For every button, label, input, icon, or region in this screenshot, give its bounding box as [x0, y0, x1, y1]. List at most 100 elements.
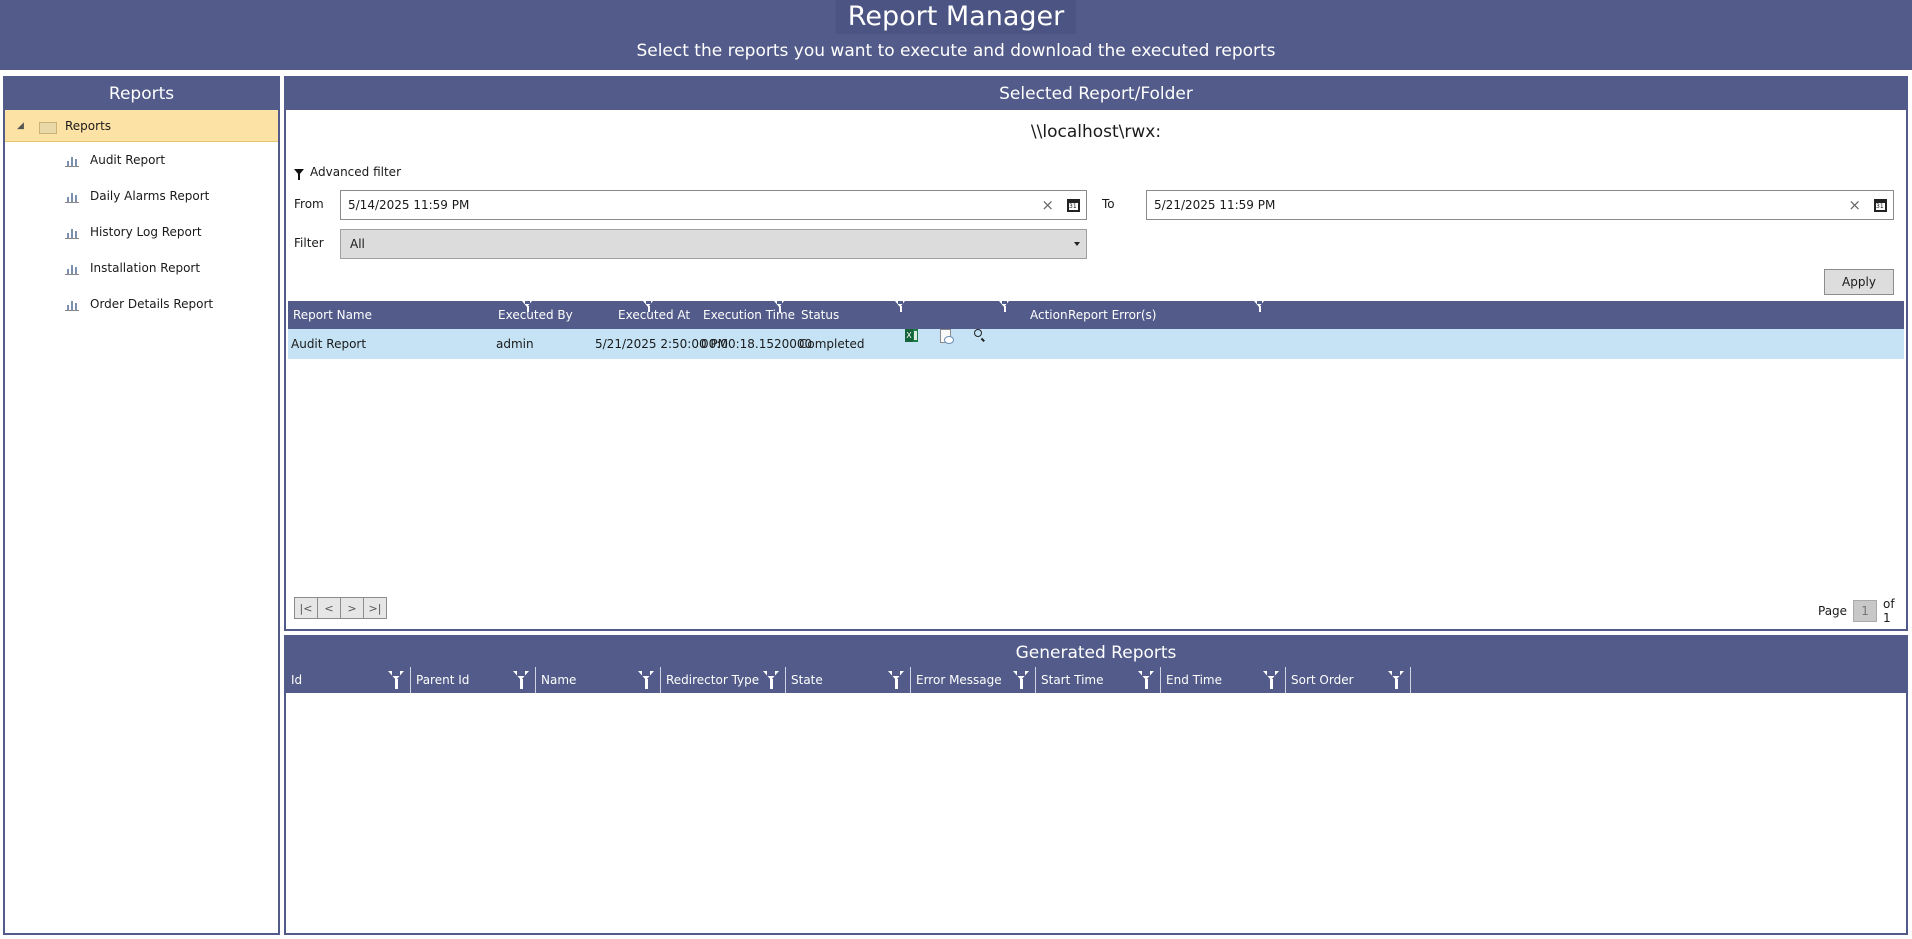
report-icon [65, 261, 79, 275]
tree-item-audit-report[interactable]: Audit Report [5, 142, 278, 178]
col-end-time-label: End Time [1166, 673, 1222, 687]
column-filter-icon[interactable] [1388, 671, 1404, 689]
cell-status: Completed [799, 337, 865, 351]
filter-select-value: All [350, 237, 365, 251]
col-redirector-type-label: Redirector Type [666, 673, 760, 687]
advanced-filter-toggle[interactable]: Advanced filter [294, 165, 402, 180]
col-sort-order[interactable]: Sort Order [1286, 667, 1411, 693]
tree-item-daily-alarms-report[interactable]: Daily Alarms Report [5, 178, 278, 214]
col-end-time[interactable]: End Time [1161, 667, 1286, 693]
generated-reports-panel: Generated Reports Id Parent Id Name Redi… [284, 635, 1908, 935]
clear-icon[interactable]: × [1041, 191, 1054, 219]
col-id[interactable]: Id [286, 667, 411, 693]
cell-execution-time: 00:00:18.1520000 [701, 337, 813, 351]
col-id-label: Id [291, 673, 303, 687]
column-filter-icon[interactable] [888, 671, 904, 689]
pager-nav: |< < > >| [294, 597, 387, 619]
col-report-name[interactable]: Report Name [293, 301, 372, 329]
expand-arrow-icon[interactable]: ◢ [17, 121, 27, 131]
cell-report-name: Audit Report [291, 337, 367, 351]
cell-executed-by: admin [496, 337, 534, 351]
column-filter-icon[interactable] [1254, 301, 1265, 312]
report-icon [65, 189, 79, 203]
column-filter-icon[interactable] [388, 671, 404, 689]
col-state[interactable]: State [786, 667, 911, 693]
calendar-icon[interactable] [1067, 199, 1080, 212]
page-info: Page 1 of 1 [1818, 597, 1906, 625]
page-label: Page [1818, 604, 1848, 618]
col-error-message-label: Error Message [916, 673, 1002, 687]
tree-item-installation-report[interactable]: Installation Report [5, 250, 278, 286]
col-sort-order-label: Sort Order [1291, 673, 1354, 687]
col-name-label: Name [541, 673, 577, 687]
tree-item-label: Daily Alarms Report [90, 189, 210, 203]
column-filter-icon[interactable] [895, 301, 906, 312]
col-report-errors[interactable]: Report Error(s) [1068, 301, 1156, 329]
prev-page-icon[interactable]: < [317, 597, 341, 619]
report-icon [65, 297, 79, 311]
tree-root-reports[interactable]: ◢ Reports [5, 110, 278, 142]
page-number-input[interactable]: 1 [1853, 600, 1878, 622]
tree-item-label: History Log Report [90, 225, 202, 239]
sidebar-title: Reports [5, 78, 278, 110]
col-state-label: State [791, 673, 823, 687]
column-filter-icon[interactable] [1138, 671, 1154, 689]
view-icon[interactable] [974, 329, 982, 337]
generated-reports-title: Generated Reports [1015, 643, 1177, 663]
tree-item-label: Installation Report [90, 261, 201, 275]
table-row[interactable]: Audit Report admin 5/21/2025 2:50:00 PM … [288, 329, 1904, 359]
tree-item-order-details-report[interactable]: Order Details Report [5, 286, 278, 322]
apply-button[interactable]: Apply [1824, 269, 1894, 295]
calendar-icon[interactable] [1874, 199, 1887, 212]
col-executed-by[interactable]: Executed By [498, 301, 573, 329]
filter-label: Filter [294, 236, 324, 250]
col-error-message[interactable]: Error Message [911, 667, 1036, 693]
executions-grid-header: Report Name Executed By Executed At Exec… [288, 301, 1904, 329]
col-redirector-type[interactable]: Redirector Type [661, 667, 786, 693]
report-icon [65, 225, 79, 239]
generated-reports-header: Generated Reports Id Parent Id Name Redi… [286, 637, 1906, 693]
next-page-icon[interactable]: > [340, 597, 364, 619]
page-of-label: of 1 [1883, 597, 1895, 625]
last-page-icon[interactable]: >| [363, 597, 387, 619]
col-start-time[interactable]: Start Time [1036, 667, 1161, 693]
col-action: Action [1030, 308, 1068, 322]
to-date-value: 5/21/2025 11:59 PM [1154, 198, 1276, 212]
col-start-time-label: Start Time [1041, 673, 1104, 687]
excel-download-icon[interactable] [905, 329, 918, 342]
col-parent-id-label: Parent Id [416, 673, 470, 687]
from-label: From [294, 197, 324, 211]
app-subtitle: Select the reports you want to execute a… [636, 41, 1276, 61]
report-icon [65, 153, 79, 167]
tree-item-label: Audit Report [90, 153, 166, 167]
col-status[interactable]: Status [801, 301, 839, 329]
chevron-down-icon [1074, 242, 1080, 246]
to-date-field[interactable]: 5/21/2025 11:59 PM × [1146, 190, 1894, 220]
to-label: To [1102, 197, 1115, 211]
col-name[interactable]: Name [536, 667, 661, 693]
column-filter-icon[interactable] [1013, 671, 1029, 689]
clear-icon[interactable]: × [1848, 191, 1861, 219]
first-page-icon[interactable]: |< [294, 597, 318, 619]
filter-select[interactable]: All [340, 229, 1087, 259]
selected-report-title: Selected Report/Folder [286, 78, 1906, 110]
column-filter-icon[interactable] [638, 671, 654, 689]
tree-item-history-log-report[interactable]: History Log Report [5, 214, 278, 250]
col-executed-at[interactable]: Executed At [618, 301, 690, 329]
from-date-field[interactable]: 5/14/2025 11:59 PM × [340, 190, 1087, 220]
reports-sidebar: Reports ◢ Reports Audit Report Daily Ala… [3, 76, 280, 935]
advanced-filter-label: Advanced filter [310, 165, 402, 179]
selected-report-panel: Selected Report/Folder \\localhost\rwx: … [284, 76, 1908, 631]
col-parent-id[interactable]: Parent Id [411, 667, 536, 693]
document-download-icon[interactable] [940, 329, 954, 344]
column-filter-icon[interactable] [999, 301, 1010, 312]
col-execution-time[interactable]: Execution Time [703, 301, 795, 329]
app-header: Report Manager Select the reports you wa… [0, 0, 1912, 70]
filter-icon [294, 169, 304, 180]
column-filter-icon[interactable] [763, 671, 779, 689]
column-filter-icon[interactable] [513, 671, 529, 689]
tree-item-label: Order Details Report [90, 297, 214, 311]
report-path: \\localhost\rwx: [1030, 122, 1162, 142]
from-date-value: 5/14/2025 11:59 PM [348, 198, 470, 212]
column-filter-icon[interactable] [1263, 671, 1279, 689]
